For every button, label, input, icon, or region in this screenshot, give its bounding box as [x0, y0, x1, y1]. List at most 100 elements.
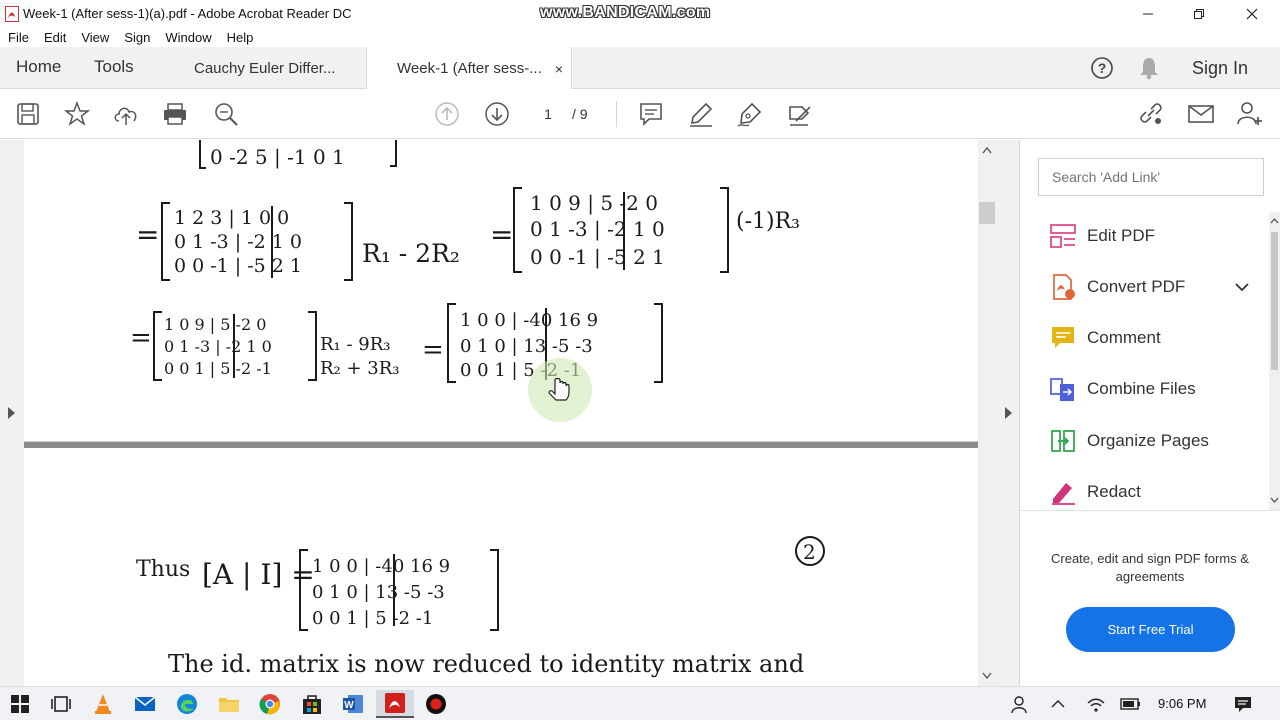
- comment-button[interactable]: [637, 100, 665, 128]
- combine-files-icon: [1050, 378, 1074, 401]
- matrix-d-row-1: 1 0 0 | -40 16 9: [460, 310, 598, 331]
- previous-page-button[interactable]: [433, 100, 461, 128]
- people-icon[interactable]: [1010, 695, 1030, 715]
- pdf-page-1: 0 -2 5 | -1 0 1 = 1 2 3 | 1 0 0 0 1 -3 |…: [24, 140, 978, 442]
- tab-close-icon[interactable]: ×: [555, 61, 563, 77]
- windows-taskbar: W 9:06 PM: [0, 686, 1280, 720]
- tool-comment[interactable]: Comment: [1049, 320, 1161, 356]
- page-number-circled: 2: [803, 540, 816, 564]
- menu-view[interactable]: View: [81, 30, 109, 45]
- vlc-taskbar-button[interactable]: [84, 690, 122, 718]
- tool-convert-pdf[interactable]: Convert PDF: [1049, 269, 1249, 305]
- tool-search-input[interactable]: [1038, 158, 1264, 196]
- save-icon: [17, 103, 39, 125]
- menu-file[interactable]: File: [8, 30, 29, 45]
- row-op-2: (-1)R₃: [736, 209, 800, 234]
- start-button[interactable]: [1, 690, 39, 718]
- mail-taskbar-button[interactable]: [126, 690, 164, 718]
- document-view[interactable]: 0 -2 5 | -1 0 1 = 1 2 3 | 1 0 0 0 1 -3 |…: [0, 140, 1020, 686]
- add-people-button[interactable]: [1236, 100, 1264, 128]
- tool-combine-files[interactable]: Combine Files: [1049, 371, 1196, 407]
- scroll-down-icon[interactable]: [982, 672, 992, 680]
- chrome-browser-icon: [259, 694, 280, 715]
- page-1-handwriting: 0 -2 5 | -1 0 1 = 1 2 3 | 1 0 0 0 1 -3 |…: [130, 140, 800, 422]
- wifi-icon[interactable]: [1086, 696, 1106, 714]
- matrix-d-row-2: 0 1 0 | 13 -5 -3: [460, 336, 593, 357]
- task-view-button[interactable]: [42, 690, 80, 718]
- tab-tools[interactable]: Tools: [94, 57, 134, 77]
- recorder-watermark: www.BANDICAM.com: [540, 4, 711, 21]
- comment-icon: [1052, 327, 1074, 348]
- tab-document-week1[interactable]: Week-1 (After sess-... ×: [366, 47, 572, 90]
- tab-home[interactable]: Home: [16, 57, 61, 77]
- notification-center-icon[interactable]: [1233, 695, 1253, 713]
- mail-icon: [1188, 105, 1214, 123]
- store-taskbar-button[interactable]: [293, 690, 331, 718]
- notification-bell-icon[interactable]: [1138, 56, 1160, 80]
- minimize-icon: [1143, 13, 1153, 14]
- svg-text:=: =: [130, 323, 152, 353]
- scroll-up-icon[interactable]: [1270, 217, 1279, 224]
- tool-redact[interactable]: Redact: [1049, 474, 1141, 510]
- chevron-up-icon[interactable]: [1050, 697, 1066, 711]
- tool-list-scrollbar[interactable]: [1269, 212, 1280, 510]
- left-pane-toggle[interactable]: [0, 140, 24, 686]
- upload-cloud-button[interactable]: [112, 100, 140, 128]
- battery-icon[interactable]: [1120, 696, 1142, 712]
- document-scrollbar[interactable]: [978, 140, 996, 686]
- next-page-button[interactable]: [483, 100, 511, 128]
- close-window-button[interactable]: [1229, 0, 1275, 27]
- chrome-taskbar-button[interactable]: [251, 690, 289, 718]
- send-sign-icon: [789, 106, 811, 126]
- acrobat-app-icon: [5, 5, 19, 22]
- system-clock[interactable]: 9:06 PM: [1158, 696, 1206, 711]
- menu-sign[interactable]: Sign: [124, 30, 150, 45]
- help-icon[interactable]: ?: [1090, 56, 1114, 80]
- chevron-down-icon[interactable]: [1235, 282, 1249, 292]
- right-pane-toggle[interactable]: [996, 140, 1020, 686]
- bandicam-taskbar-button[interactable]: [417, 690, 455, 718]
- acrobat-taskbar-button[interactable]: [376, 690, 414, 718]
- scroll-up-icon[interactable]: [982, 146, 992, 154]
- folder-icon: [219, 698, 239, 712]
- highlight-button[interactable]: [687, 100, 715, 128]
- tool-edit-pdf[interactable]: Edit PDF: [1049, 218, 1155, 254]
- cloud-upload-icon: [114, 107, 137, 125]
- tool-organize-pages[interactable]: Organize Pages: [1049, 423, 1209, 459]
- matrix-c-row-1: 1 0 9 | 5 -2 0: [164, 315, 266, 334]
- save-button[interactable]: [14, 100, 42, 128]
- edit-pdf-icon: [1050, 224, 1076, 248]
- edge-taskbar-button[interactable]: [168, 690, 206, 718]
- matrix-a-row-3: 0 0 -1 | -5 2 1: [174, 255, 302, 277]
- chevron-right-icon: [8, 407, 15, 419]
- word-taskbar-button[interactable]: W: [334, 690, 372, 718]
- scroll-down-icon[interactable]: [1270, 497, 1279, 504]
- tool-label: Combine Files: [1087, 379, 1196, 398]
- tab-document-cauchy[interactable]: Cauchy Euler Differ...: [170, 47, 366, 89]
- result-row-1: 1 0 0 | -40 16 9: [312, 556, 450, 577]
- send-for-signature-button[interactable]: [786, 100, 814, 128]
- matrix-b-row-2: 0 1 -3 | -2 1 0: [530, 217, 665, 242]
- zoom-search-button[interactable]: [212, 100, 240, 128]
- result-row-2: 0 1 0 | 13 -5 -3: [312, 582, 445, 603]
- file-explorer-taskbar-button[interactable]: [210, 690, 248, 718]
- print-button[interactable]: [161, 100, 189, 128]
- menu-edit[interactable]: Edit: [44, 30, 66, 45]
- email-button[interactable]: [1187, 100, 1215, 128]
- fountain-pen-icon: [737, 102, 762, 127]
- sign-button[interactable]: [736, 100, 764, 128]
- menu-window[interactable]: Window: [165, 30, 211, 45]
- menu-help[interactable]: Help: [227, 30, 254, 45]
- tab-bar: Home Tools Cauchy Euler Differ... Week-1…: [0, 47, 1280, 90]
- page-number-input[interactable]: 1: [530, 103, 566, 125]
- minimize-button[interactable]: [1125, 0, 1171, 27]
- scrollbar-thumb[interactable]: [979, 202, 995, 224]
- restore-button[interactable]: [1176, 0, 1222, 27]
- start-free-trial-button[interactable]: Start Free Trial: [1066, 607, 1235, 652]
- tab-label: Week-1 (After sess-...: [397, 60, 542, 77]
- comment-icon: [640, 103, 662, 126]
- sign-in-link[interactable]: Sign In: [1192, 58, 1248, 79]
- bookmark-star-button[interactable]: [63, 100, 91, 128]
- share-link-button[interactable]: [1137, 100, 1165, 128]
- scrollbar-thumb[interactable]: [1271, 232, 1278, 370]
